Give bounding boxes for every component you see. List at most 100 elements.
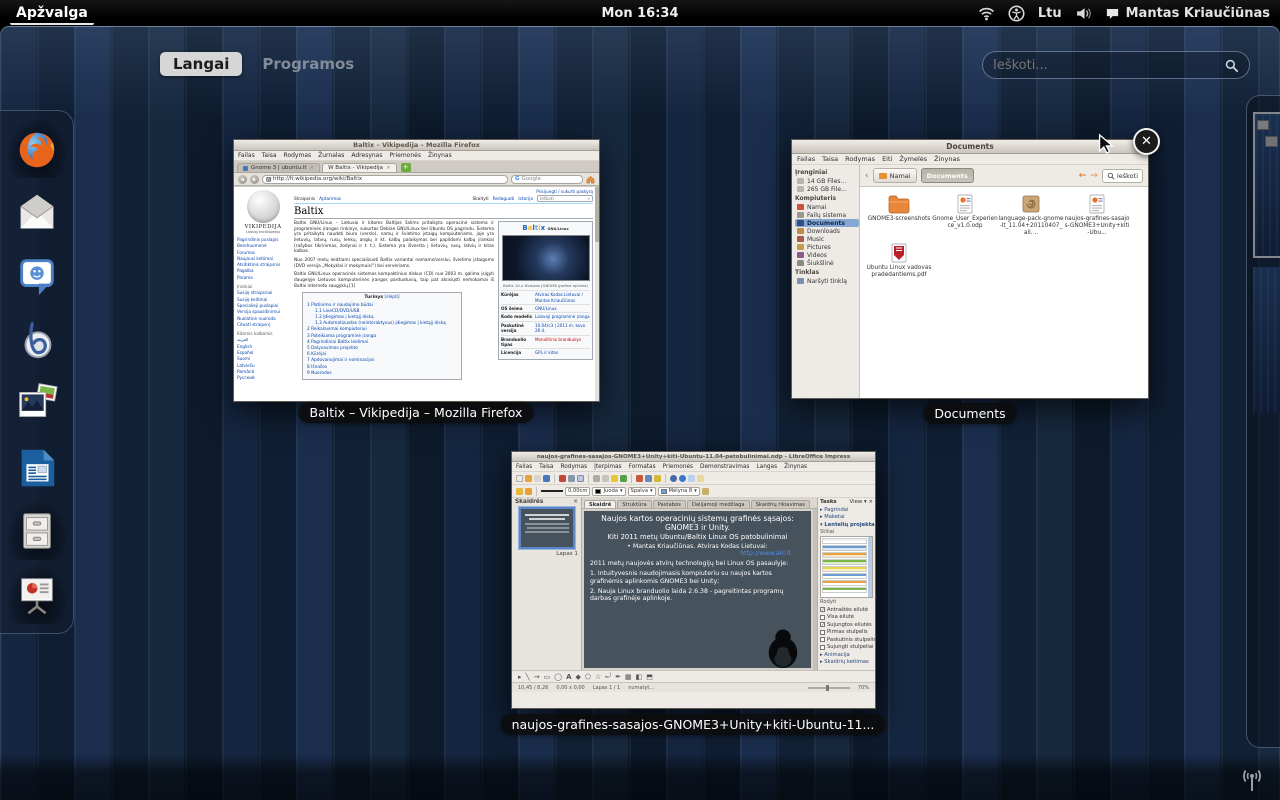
menu-item[interactable]: Žinynas: [428, 152, 452, 159]
panel-close-icon[interactable]: ×: [573, 499, 578, 505]
area-color-dropdown[interactable]: Mėlyna 8▾: [658, 487, 700, 496]
home-button[interactable]: [586, 175, 595, 184]
tab-windows[interactable]: Langai: [160, 52, 242, 76]
dock-photos-icon[interactable]: [8, 375, 66, 433]
browser-tab-active[interactable]: W Baltix - Vikipedija×: [322, 163, 397, 172]
menu-item[interactable]: Žinynas: [934, 155, 960, 163]
sidebar-place[interactable]: Namai: [795, 203, 859, 211]
view-tab[interactable]: Skaidrių rikiavimas: [751, 500, 810, 508]
wiki-signin-link[interactable]: Prisijungti / sukurti paskyrą: [294, 189, 593, 194]
activities-button[interactable]: Apžvalga: [10, 1, 94, 25]
tasks-section-basics[interactable]: ▸ Pagrindai: [820, 507, 873, 513]
menu-item[interactable]: Priemonės: [663, 464, 693, 470]
infobox-value[interactable]: GPL ir kitos: [535, 350, 558, 355]
accessibility-icon[interactable]: [1008, 5, 1025, 22]
slide-link[interactable]: http://www.akl.lt: [590, 550, 805, 557]
tasks-section-transition[interactable]: ▸ Skaidrių keitimas: [820, 659, 873, 665]
menu-item[interactable]: Rodymas: [560, 464, 587, 470]
clock[interactable]: Mon 16:34: [601, 6, 678, 21]
file-item-presentation[interactable]: naujos-grafines-sasajos-GNOME3+Unity+kit…: [1064, 193, 1130, 238]
sidebar-device[interactable]: 14 GB Files...: [795, 177, 859, 185]
file-item-archive[interactable]: language-pack-gnome-lt_11.04+20110407_al…: [998, 193, 1064, 238]
volume-icon[interactable]: [1075, 5, 1092, 22]
history-forward-icon[interactable]: →: [1090, 171, 1098, 181]
wiki-link[interactable]: Cituoti straipsnį: [237, 322, 289, 328]
shell-search-field[interactable]: [982, 51, 1250, 79]
infobox-value[interactable]: GNU/Linux: [535, 306, 557, 311]
dock-mail-icon[interactable]: [8, 184, 66, 242]
menu-item[interactable]: Eiti: [882, 155, 892, 163]
dock-chat-icon[interactable]: [8, 247, 66, 305]
menu-item[interactable]: Taisa: [262, 152, 277, 159]
keyboard-layout-indicator[interactable]: Ltu: [1038, 6, 1062, 21]
menu-item[interactable]: Žymelės: [899, 155, 927, 163]
dock-banshee-icon[interactable]: [8, 311, 66, 369]
impress-line-fill-toolbar[interactable]: 0,00cm Juoda▾ Spalva▾ Mėlyna 8▾: [512, 485, 875, 498]
menu-item[interactable]: Langas: [756, 464, 777, 470]
sidebar-place[interactable]: Downloads: [795, 227, 859, 235]
zoom-level[interactable]: 70%: [858, 685, 869, 691]
menu-item[interactable]: Įterpimas: [594, 464, 621, 470]
slide-canvas[interactable]: Naujos kartos operacinių sistemų grafinė…: [582, 509, 817, 670]
line-color-dropdown[interactable]: Juoda▾: [592, 487, 625, 496]
wiki-link[interactable]: Parama: [237, 275, 289, 281]
wiki-link[interactable]: Русский: [237, 375, 289, 381]
view-tab[interactable]: Skaidrė: [584, 500, 616, 508]
wiki-tab-article[interactable]: Straipsnis: [294, 197, 315, 202]
browser-tab[interactable]: Gnome 3 | ubuntu.lt×: [237, 163, 320, 172]
menu-item[interactable]: Formatas: [629, 464, 656, 470]
sidebar-device[interactable]: 265 GB File...: [795, 185, 859, 193]
back-button[interactable]: ◂: [238, 175, 247, 184]
sidebar-place[interactable]: Videos: [795, 251, 859, 259]
files-search-button[interactable]: Ieškoti: [1102, 169, 1143, 183]
impress-drawing-toolbar[interactable]: ▸╲→▭◯A◆⬠☆⤾✒▦◧⬒: [512, 670, 875, 682]
menu-item[interactable]: Taisa: [539, 464, 553, 470]
sidebar-place[interactable]: Failų sistema: [795, 211, 859, 219]
history-back-icon[interactable]: ←: [1079, 171, 1087, 181]
wikipedia-logo[interactable]: [247, 190, 280, 223]
scrollbar[interactable]: [595, 187, 599, 402]
tasks-section-animation[interactable]: ▸ Animacija: [820, 652, 873, 658]
window-documents[interactable]: Documents Failas Taisa Rodymas Eiti Žyme…: [791, 139, 1149, 399]
checkbox-total-row[interactable]: Visa eilutė: [820, 614, 873, 620]
sidebar-place[interactable]: Music: [795, 235, 859, 243]
window-close-button[interactable]: ✕: [1133, 128, 1160, 155]
menu-item[interactable]: Failas: [516, 464, 532, 470]
infobox-value[interactable]: Atviras Kodas Lietuvai / Mantas Kriaučiū…: [535, 292, 590, 303]
breadcrumb-current[interactable]: Documents: [921, 168, 974, 183]
view-tab[interactable]: Dalijamoji medžiaga: [687, 500, 750, 508]
menu-item[interactable]: Failas: [797, 155, 815, 163]
sidebar-place[interactable]: Pictures: [795, 243, 859, 251]
menu-item[interactable]: Rodymas: [284, 152, 312, 159]
toc-link[interactable]: 9 Nuorodos: [307, 371, 457, 377]
checkbox-banded-columns[interactable]: Sujungti stulpeliai: [820, 644, 873, 650]
dock-file-manager-icon[interactable]: [8, 502, 66, 560]
tab-close-icon[interactable]: ×: [309, 165, 314, 171]
view-tab[interactable]: Struktūra: [617, 500, 651, 508]
scrollbar[interactable]: [813, 509, 817, 670]
dock-firefox-icon[interactable]: [8, 120, 66, 178]
table-styles-list[interactable]: [820, 536, 873, 598]
window-firefox[interactable]: Baltix – Vikipedija – Mozilla Firefox Fa…: [233, 139, 600, 402]
slide-thumbnail-1[interactable]: [519, 507, 575, 549]
menu-item[interactable]: Adresynas: [351, 152, 382, 159]
breadcrumb-home[interactable]: Namai: [873, 168, 917, 183]
dock-impress-icon[interactable]: [8, 566, 66, 624]
toc-hide-link[interactable]: [slėpti]: [385, 295, 400, 300]
wiki-tab-history[interactable]: Istorija: [518, 197, 533, 202]
checkbox-banded-rows[interactable]: ✓Sujungtos eilutės: [820, 622, 873, 628]
wiki-tab-read[interactable]: Skaityti: [473, 197, 489, 202]
menu-item[interactable]: Failas: [238, 152, 255, 159]
wifi-icon[interactable]: [978, 5, 995, 22]
wiki-tab-edit[interactable]: Redaguoti: [493, 197, 515, 202]
breadcrumb-scroll-left[interactable]: ‹: [865, 171, 869, 181]
zoom-slider[interactable]: [808, 687, 850, 689]
tab-applications[interactable]: Programos: [262, 55, 354, 73]
sidebar-network[interactable]: Naršyti tinklą: [795, 277, 859, 285]
search-input[interactable]: [993, 58, 1224, 73]
new-tab-button[interactable]: +: [401, 163, 411, 172]
menu-item[interactable]: Rodymas: [845, 155, 875, 163]
checkbox-first-column[interactable]: Pirmas stulpelis: [820, 629, 873, 635]
menu-item[interactable]: Žinynas: [784, 464, 807, 470]
tasks-view-menu[interactable]: View ▾ ×: [850, 499, 873, 505]
